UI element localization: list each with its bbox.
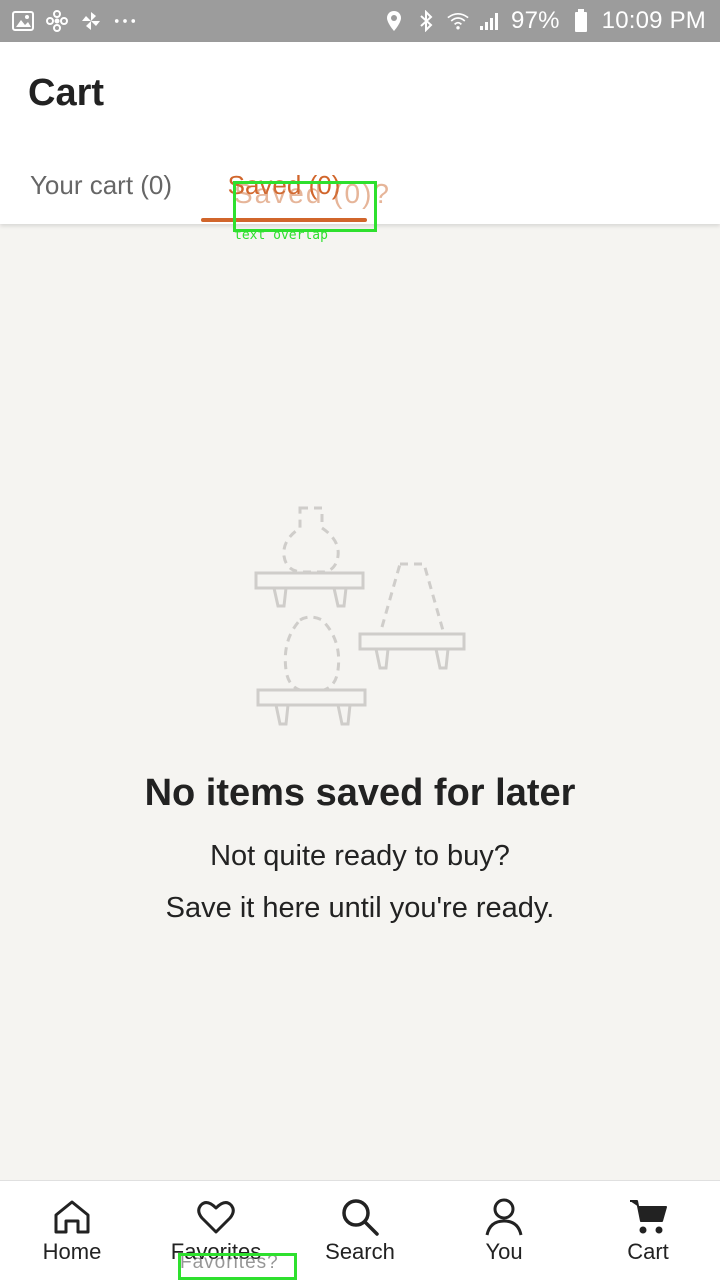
clock: 10:09 PM (601, 7, 706, 34)
active-tab-indicator (201, 218, 367, 222)
nav-favorites[interactable]: Favorites (144, 1181, 288, 1280)
pinwheel-icon (80, 10, 102, 32)
status-left-icons (12, 10, 136, 32)
battery-icon (570, 9, 592, 32)
signal-icon (479, 10, 501, 32)
location-icon (383, 10, 405, 32)
cart-icon (630, 1200, 667, 1234)
fan-icon (46, 10, 68, 32)
bluetooth-icon (415, 10, 437, 32)
tab-saved[interactable]: Saved (0) (201, 162, 367, 224)
nav-you[interactable]: You (432, 1181, 576, 1280)
nav-search[interactable]: Search (288, 1181, 432, 1280)
nav-search-label: Search (325, 1239, 395, 1264)
empty-shelves-illustration (250, 500, 470, 730)
status-right-icons: 97% 10:09 PM (383, 7, 706, 35)
empty-state-line-2: Save it here until you're ready. (165, 892, 555, 924)
home-icon (54, 1200, 90, 1234)
battery-percent: 97% (511, 7, 560, 34)
search-icon (342, 1199, 379, 1236)
overlap-note: text overlap (234, 228, 328, 243)
nav-home[interactable]: Home (0, 1181, 144, 1280)
status-bar: 97% 10:09 PM (0, 0, 720, 42)
empty-state-title: No items saved for later (144, 772, 576, 814)
more-dots-icon (114, 10, 136, 32)
person-icon (485, 1198, 523, 1236)
bottom-nav: Home Favorites Search You Cart (0, 1180, 720, 1280)
tab-bar: Your cart (0) Saved (0) (0, 162, 720, 224)
wifi-icon (447, 10, 469, 32)
nav-cart[interactable]: Cart (576, 1181, 720, 1280)
heart-icon (197, 1201, 235, 1234)
empty-state-line-1: Not quite ready to buy? (210, 840, 510, 872)
nav-home-label: Home (42, 1239, 102, 1264)
header: Cart Your cart (0) Saved (0) (0, 42, 720, 224)
nav-cart-label: Cart (627, 1239, 669, 1264)
page-title: Cart (28, 72, 105, 114)
nav-favorites-label: Favorites (170, 1239, 262, 1264)
nav-you-label: You (485, 1239, 523, 1264)
tab-your-cart[interactable]: Your cart (0) (8, 162, 194, 224)
image-icon (12, 10, 34, 32)
